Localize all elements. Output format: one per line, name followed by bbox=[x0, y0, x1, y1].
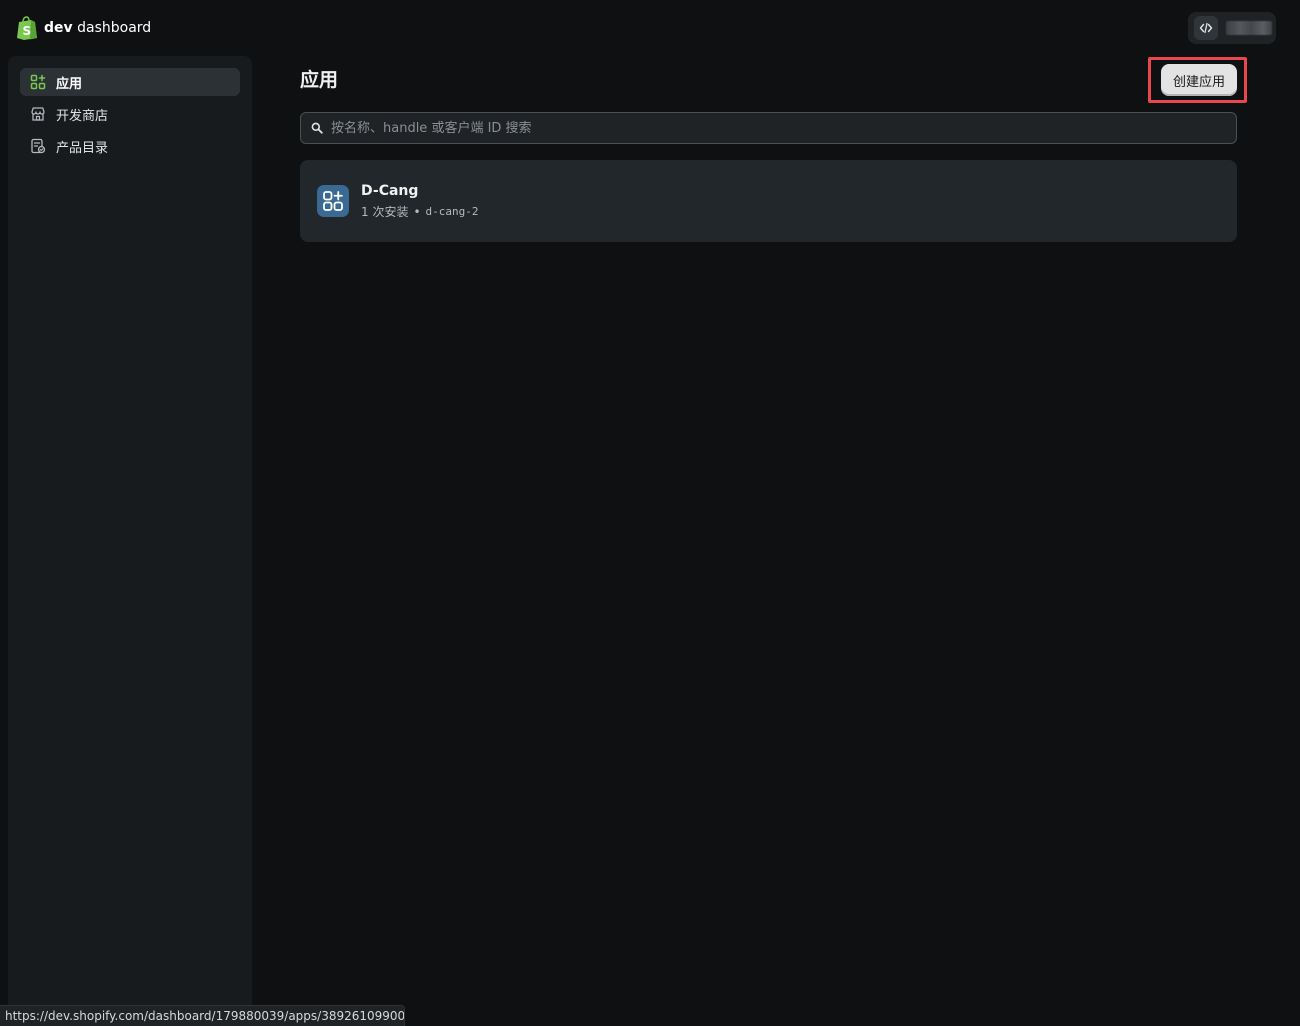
store-icon bbox=[31, 107, 45, 121]
create-app-button[interactable]: 创建应用 bbox=[1161, 64, 1237, 96]
user-name-redacted bbox=[1226, 21, 1272, 35]
sidebar-item-dev-stores[interactable]: 开发商店 bbox=[20, 100, 240, 128]
catalog-icon bbox=[31, 138, 46, 154]
sidebar-item-catalog[interactable]: 产品目录 bbox=[20, 132, 240, 160]
app-handle: d-cang-2 bbox=[425, 205, 479, 218]
page-title: 应用 bbox=[300, 69, 339, 91]
svg-text:S: S bbox=[23, 24, 32, 38]
app-name: D-Cang bbox=[361, 183, 419, 199]
sidebar-item-label: 开发商店 bbox=[56, 108, 109, 124]
search-bar[interactable] bbox=[300, 112, 1237, 144]
search-input[interactable] bbox=[331, 114, 1236, 142]
separator-dot: • bbox=[413, 205, 421, 219]
user-menu[interactable] bbox=[1188, 12, 1276, 44]
sidebar: 应用 开发商店 产品目录 bbox=[8, 56, 252, 1026]
apps-icon bbox=[30, 74, 46, 90]
brand-bold: dev bbox=[44, 20, 73, 36]
shopify-bag-icon: S bbox=[17, 16, 37, 40]
app-meta: 1 次安装 • d-cang-2 bbox=[361, 204, 479, 220]
brand[interactable]: S dev dashboard bbox=[16, 16, 151, 40]
sidebar-item-apps[interactable]: 应用 bbox=[20, 68, 240, 96]
sidebar-item-label: 应用 bbox=[56, 76, 83, 92]
top-bar: S dev dashboard bbox=[0, 0, 1300, 56]
sidebar-item-label: 产品目录 bbox=[56, 140, 109, 156]
search-icon bbox=[311, 122, 323, 134]
app-list-item[interactable]: D-Cang 1 次安装 • d-cang-2 bbox=[300, 160, 1237, 242]
app-installs: 1 次安装 bbox=[361, 205, 409, 219]
status-bar-url: https://dev.shopify.com/dashboard/179880… bbox=[0, 1005, 405, 1026]
app-grid-icon bbox=[317, 185, 349, 217]
code-icon bbox=[1194, 16, 1218, 40]
app-info: D-Cang 1 次安装 • d-cang-2 bbox=[361, 182, 479, 220]
brand-rest: dashboard bbox=[72, 20, 152, 36]
